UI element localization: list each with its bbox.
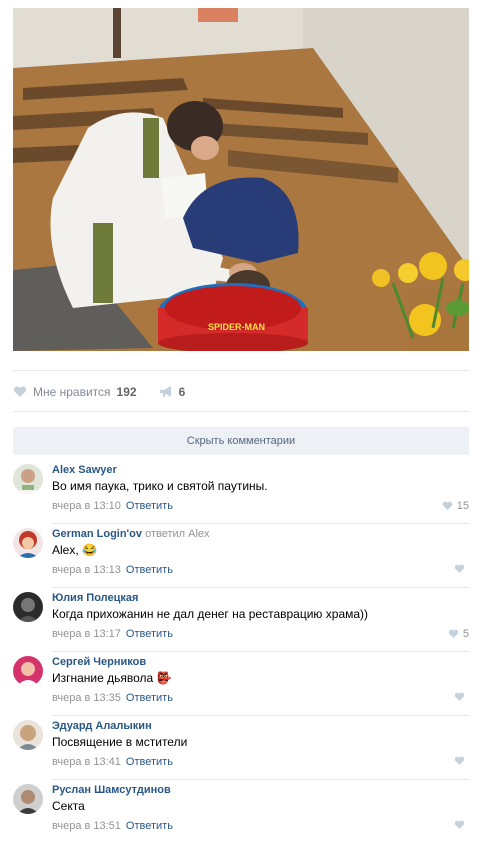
comment-time[interactable]: вчера в 13:13 — [52, 564, 121, 576]
reply-to-link[interactable]: Alex — [188, 528, 209, 540]
like-label: Мне нравится — [33, 385, 111, 399]
comment-item: German Login'ov ответил Alex Alex, 😂 вче… — [13, 528, 469, 588]
heart-icon — [454, 564, 465, 573]
comment-item: Руслан Шамсутдинов Секта вчера в 13:51 От… — [13, 784, 469, 844]
comment-text: Alex, 😂 — [52, 543, 97, 557]
comment-like-count: 15 — [456, 500, 469, 512]
comment-author[interactable]: Эдуард Алалыкин — [52, 720, 152, 732]
comment-divider — [52, 587, 469, 588]
avatar-image — [13, 592, 43, 622]
heart-icon — [442, 501, 452, 510]
comment-author[interactable]: Сергей Черников — [52, 656, 146, 668]
avatar-image — [13, 464, 43, 494]
heart-icon — [454, 820, 465, 829]
comment-time[interactable]: вчера в 13:17 — [52, 628, 121, 640]
avatar[interactable] — [13, 464, 43, 494]
comment-text: Изгнание дьявола 👺 — [52, 671, 172, 685]
like-count: 192 — [116, 385, 137, 399]
comment-time[interactable]: вчера в 13:41 — [52, 756, 121, 768]
heart-icon — [454, 756, 465, 765]
heart-icon — [448, 629, 459, 638]
comment-divider — [52, 715, 469, 716]
post-actions: Мне нравится 192 6 — [13, 383, 185, 401]
hide-comments-button[interactable]: Скрыть комментарии — [13, 427, 469, 455]
reply-word: ответил — [145, 528, 186, 540]
comment-item: Юлия Полецкая Когда прихожанин не дал де… — [13, 592, 469, 652]
comment-author[interactable]: German Login'ov — [52, 528, 142, 540]
comment-like-button[interactable] — [454, 564, 469, 574]
comment-text: Секта — [52, 799, 85, 813]
comment-like-count: 5 — [462, 628, 469, 640]
divider — [13, 411, 469, 412]
reply-button[interactable]: Ответить — [126, 564, 173, 576]
heart-icon — [454, 692, 465, 701]
heart-icon — [13, 386, 27, 397]
avatar[interactable] — [13, 720, 43, 750]
megaphone-icon — [159, 386, 171, 397]
comment-like-button[interactable] — [454, 756, 469, 766]
avatar[interactable] — [13, 656, 43, 686]
comment-divider — [52, 651, 469, 652]
comment-divider — [52, 523, 469, 524]
comment-author[interactable]: Юлия Полецкая — [52, 592, 138, 604]
comment-item: Эдуард Алалыкин Посвящение в мстители вч… — [13, 720, 469, 780]
avatar[interactable] — [13, 528, 43, 558]
comment-text: Посвящение в мстители — [52, 735, 188, 749]
reply-button[interactable]: Ответить — [126, 820, 173, 832]
share-count: 6 — [178, 385, 186, 399]
comment-time[interactable]: вчера в 13:10 — [52, 500, 121, 512]
photo-illustration: SPIDER-MAN — [13, 8, 469, 351]
comment-author[interactable]: Alex Sawyer — [52, 464, 117, 476]
avatar[interactable] — [13, 592, 43, 622]
comment-time[interactable]: вчера в 13:51 — [52, 820, 121, 832]
comment-item: Сергей Черников Изгнание дьявола 👺 вчера… — [13, 656, 469, 716]
avatar-image — [13, 720, 43, 750]
comment-like-button[interactable]: 5 — [448, 628, 469, 640]
avatar-image — [13, 528, 43, 558]
comment-like-button[interactable]: 15 — [442, 500, 469, 512]
share-button[interactable]: 6 — [159, 385, 186, 399]
reply-button[interactable]: Ответить — [126, 628, 173, 640]
reply-button[interactable]: Ответить — [126, 500, 173, 512]
post-photo[interactable]: SPIDER-MAN — [13, 8, 469, 351]
comment-text: Когда прихожанин не дал денег на реставр… — [52, 607, 369, 621]
avatar-image — [13, 656, 43, 686]
reply-button[interactable]: Ответить — [126, 756, 173, 768]
comment-like-button[interactable] — [454, 820, 469, 830]
comment-author[interactable]: Руслан Шамсутдинов — [52, 784, 171, 796]
reply-button[interactable]: Ответить — [126, 692, 173, 704]
divider — [13, 370, 469, 371]
like-button[interactable]: Мне нравится 192 — [13, 385, 137, 399]
comment-text: Во имя паука, трико и святой паутины. — [52, 479, 268, 493]
avatar-image — [13, 784, 43, 814]
comment-like-button[interactable] — [454, 692, 469, 702]
pool-brand-text: SPIDER-MAN — [208, 322, 265, 332]
avatar[interactable] — [13, 784, 43, 814]
comment-time[interactable]: вчера в 13:35 — [52, 692, 121, 704]
comment-divider — [52, 779, 469, 780]
comment-item: Alex Sawyer Во имя паука, трико и святой… — [13, 464, 469, 524]
